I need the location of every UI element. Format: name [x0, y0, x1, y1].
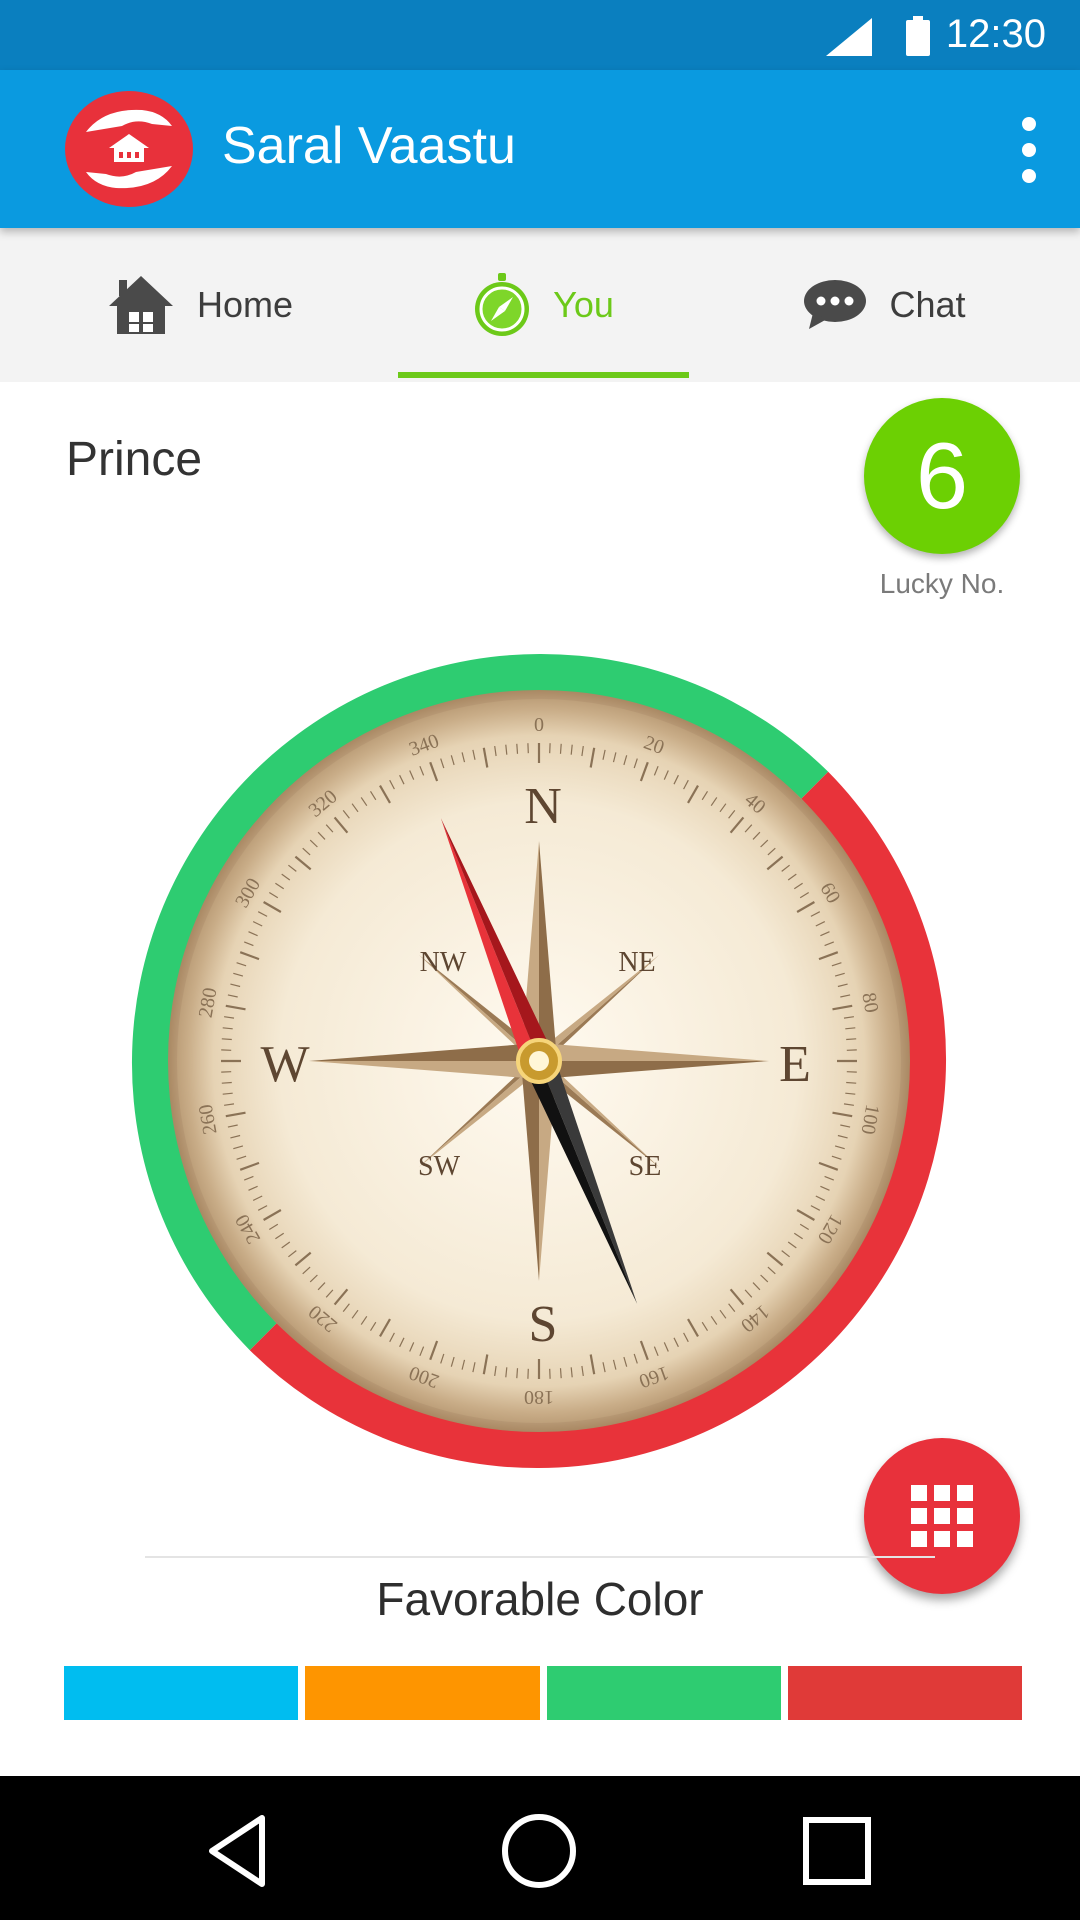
status-bar: 12:30 — [0, 0, 1080, 70]
app-bar: Saral Vaastu — [0, 70, 1080, 228]
compass-nw-label: NW — [420, 947, 467, 978]
tab-you[interactable]: You — [398, 228, 689, 382]
tab-you-label: You — [553, 284, 614, 325]
compass-degree-label: 80 — [857, 991, 882, 1015]
favorable-color-title: Favorable Color — [376, 1573, 704, 1625]
favorable-color-swatches — [64, 1666, 1022, 1720]
compass-north-label: N — [524, 778, 562, 835]
house-icon — [108, 276, 173, 334]
lucky-number-badge: 6 — [864, 398, 1020, 554]
compass-south-label: S — [529, 1296, 558, 1353]
recents-icon[interactable] — [792, 1806, 882, 1896]
status-time: 12:30 — [945, 12, 1046, 56]
color-swatch — [546, 1666, 781, 1720]
tab-bar: Home You Chat — [0, 228, 1080, 382]
compass-degree-label: 0 — [534, 714, 544, 736]
lucky-number-label: Lucky No. — [879, 568, 1005, 599]
home-circle-icon[interactable] — [494, 1806, 584, 1896]
tab-chat[interactable]: Chat — [689, 228, 1080, 382]
compass-tick — [221, 1038, 232, 1041]
compass-tick — [221, 1081, 232, 1084]
back-icon[interactable] — [196, 1806, 286, 1896]
grid-icon — [911, 1485, 973, 1547]
active-tab-indicator — [398, 372, 689, 378]
lucky-number: 6 — [915, 423, 969, 528]
tab-home-label: Home — [196, 284, 294, 325]
battery-icon — [906, 16, 930, 56]
compass-tick — [846, 1081, 857, 1084]
more-options-icon[interactable] — [1012, 114, 1046, 186]
compass-sw-label: SW — [418, 1151, 461, 1182]
compass-degree-label: 180 — [524, 1386, 554, 1408]
app-title: Saral Vaastu — [222, 117, 516, 175]
grid-menu-button[interactable] — [864, 1438, 1020, 1594]
compass-tick — [516, 743, 519, 754]
chat-bubble-icon — [804, 280, 867, 329]
compass-dial: 0204060801001201401601802002202402602803… — [131, 653, 947, 1469]
color-swatch — [305, 1666, 540, 1720]
system-nav-bar — [0, 1776, 1080, 1920]
compass-tick — [559, 743, 562, 754]
compass-tick — [846, 1038, 857, 1041]
tab-home[interactable]: Home — [0, 228, 400, 382]
compass-east-label: E — [779, 1036, 811, 1093]
compass-west-label: W — [260, 1036, 309, 1093]
signal-icon — [826, 18, 872, 56]
color-swatch — [64, 1666, 299, 1720]
app-logo-icon — [65, 91, 193, 207]
user-name: Prince — [66, 433, 203, 486]
color-swatch — [787, 1666, 1022, 1720]
compass-se-label: SE — [629, 1151, 662, 1182]
compass-icon — [475, 273, 530, 336]
section-divider — [145, 1556, 935, 1558]
compass-tick — [516, 1368, 519, 1379]
compass-ne-label: NE — [618, 947, 655, 978]
compass-tick — [559, 1368, 562, 1379]
tab-chat-label: Chat — [889, 284, 966, 325]
